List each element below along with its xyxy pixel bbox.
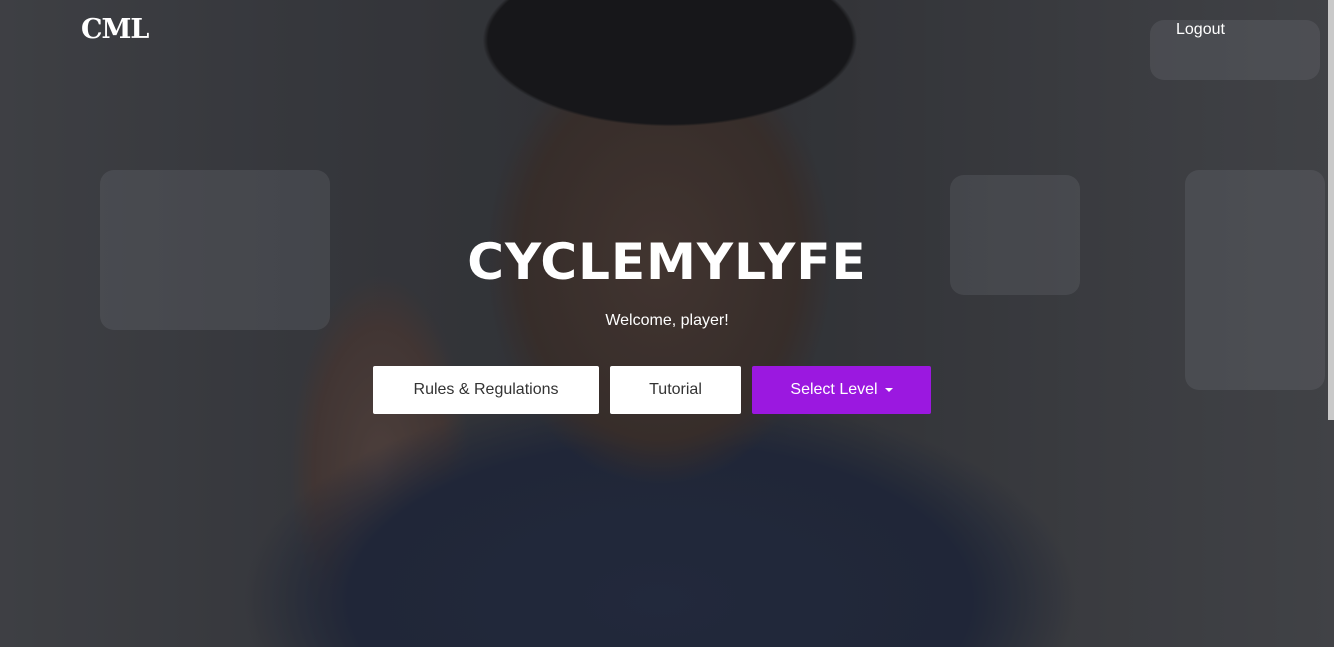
tutorial-button-label: Tutorial xyxy=(649,381,702,398)
hero-section: CML Logout CYCLEMYLYFE Welcome, player! … xyxy=(0,0,1334,647)
action-buttons: Rules & Regulations Tutorial Select Leve… xyxy=(373,366,931,414)
tutorial-button[interactable]: Tutorial xyxy=(610,366,741,414)
select-level-dropdown[interactable]: Select Level xyxy=(752,366,931,414)
rules-button[interactable]: Rules & Regulations xyxy=(373,366,599,414)
welcome-message: Welcome, player! xyxy=(605,312,729,329)
brand-logo[interactable]: CML xyxy=(81,14,149,45)
hero-content: CYCLEMYLYFE Welcome, player! xyxy=(0,228,1334,330)
caret-down-icon xyxy=(884,388,893,392)
rules-button-label: Rules & Regulations xyxy=(413,381,559,398)
logout-link[interactable]: Logout xyxy=(1176,21,1225,39)
page-title: CYCLEMYLYFE xyxy=(467,233,867,291)
navbar: CML Logout xyxy=(0,0,1334,62)
select-level-label: Select Level xyxy=(790,381,878,398)
scrollbar[interactable] xyxy=(1328,0,1334,420)
